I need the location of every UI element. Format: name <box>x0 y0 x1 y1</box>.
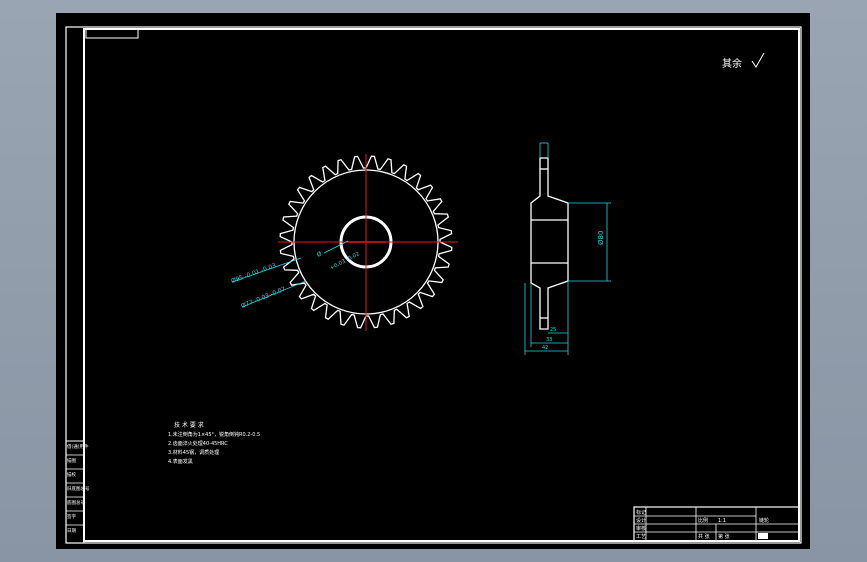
title-block-fill-mark <box>758 533 768 539</box>
roughness-symbol-icon <box>751 52 765 68</box>
total-width-dim: 42 <box>542 345 548 351</box>
tb-mark: 标记 <box>636 509 646 516</box>
tech-requirements: 技 术 要 求 1.未注倒角为1×45°，锐角倒钝R0.2-0.5 2.齿面淬火… <box>168 421 260 465</box>
root-dia-dim: Ø77 -0.03 -0.07 <box>240 286 287 310</box>
tb-review: 审核 <box>636 525 646 532</box>
margin-label-4: 旧底图总号 <box>67 485 90 492</box>
tech-req-line-2: 2.齿面淬火处理40-45HRC <box>168 440 228 447</box>
front-view: Ø95 -0.01 -0.03 Ø77 -0.03 -0.07 Ø +0.03 … <box>230 154 458 331</box>
margin-label-3: 描校 <box>67 471 76 478</box>
margin-label-6: 签字 <box>67 513 76 520</box>
surface-finish-label: 其余 <box>722 57 742 70</box>
tb-part-name: 链轮 <box>759 517 769 524</box>
left-margin-table: 借(通)用件 描图 描校 旧底图总号 底图总号 签字 日期 <box>65 440 90 544</box>
bore-dia-leader <box>323 240 349 254</box>
hub-width-dim: 25 <box>550 327 556 333</box>
bore-dia-dim: Ø <box>316 250 324 259</box>
outer-dia-dim: Ø95 -0.01 -0.03 <box>230 262 277 285</box>
tb-scale-value: 1:1 <box>718 518 726 524</box>
tb-design: 设计 <box>636 517 646 524</box>
side-view <box>530 157 569 330</box>
margin-label-5: 底图总号 <box>67 499 85 506</box>
margin-label-7: 日期 <box>67 528 76 534</box>
outer-frame <box>65 26 802 544</box>
title-block <box>633 506 800 542</box>
tech-req-line-4: 4.表面发黑 <box>168 458 193 465</box>
sprocket-side-profile <box>530 157 569 330</box>
tb-scale-label: 比例 <box>698 517 708 524</box>
corner-code-box <box>85 28 139 39</box>
tb-sheet-no: 第 张 <box>718 533 730 540</box>
mid-width-dim: 33 <box>546 337 552 343</box>
tb-process: 工艺 <box>636 534 646 540</box>
side-dia-dim: Ø80 <box>597 231 605 245</box>
tech-req-line-3: 3.材料45钢，调质处理 <box>168 449 219 456</box>
drawing-viewport[interactable]: 其余 Ø95 -0.01 -0.03 Ø77 -0.03 -0.07 Ø +0.… <box>56 13 810 549</box>
tb-sheets-total: 共 张 <box>698 533 710 540</box>
margin-label-2: 描图 <box>67 457 76 464</box>
cad-drawing: 其余 Ø95 -0.01 -0.03 Ø77 -0.03 -0.07 Ø +0.… <box>65 26 802 544</box>
tech-req-line-1: 1.未注倒角为1×45°，锐角倒钝R0.2-0.5 <box>168 431 260 438</box>
margin-label-1: 借(通)用件 <box>67 443 89 450</box>
tech-req-title: 技 术 要 求 <box>174 421 204 429</box>
